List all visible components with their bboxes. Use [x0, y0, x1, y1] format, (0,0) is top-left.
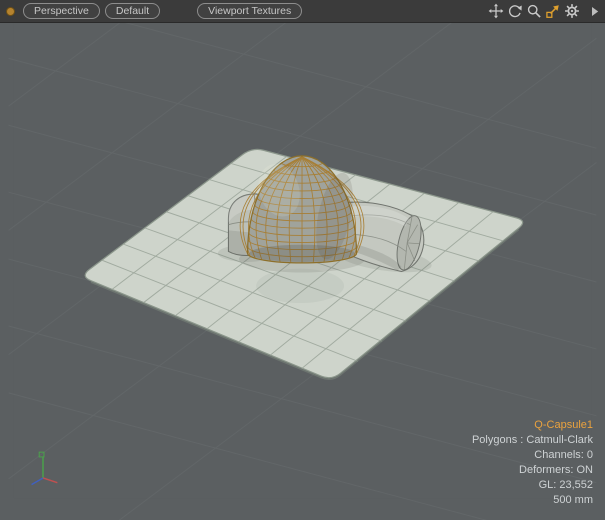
fit-selected-icon[interactable] [545, 3, 561, 19]
shading-default-button[interactable]: Default [105, 3, 160, 19]
viewport-canvas[interactable]: Q-Capsule1 Polygons : Catmull-Clark Chan… [0, 23, 605, 520]
viewport-menu-dot[interactable] [6, 7, 15, 16]
pan-icon[interactable] [488, 3, 504, 19]
viewport-tools [488, 3, 600, 19]
zoom-icon[interactable] [526, 3, 542, 19]
viewport-textures-button[interactable]: Viewport Textures [197, 3, 302, 19]
gear-icon[interactable] [564, 3, 580, 19]
viewport-toolbar: Perspective Default Viewport Textures [0, 0, 605, 23]
rotate-icon[interactable] [507, 3, 523, 19]
panel-expand-icon[interactable] [590, 4, 600, 19]
scene-svg [0, 23, 605, 520]
3d-viewport-window: Perspective Default Viewport Textures [0, 0, 605, 520]
perspective-button[interactable]: Perspective [23, 3, 100, 19]
